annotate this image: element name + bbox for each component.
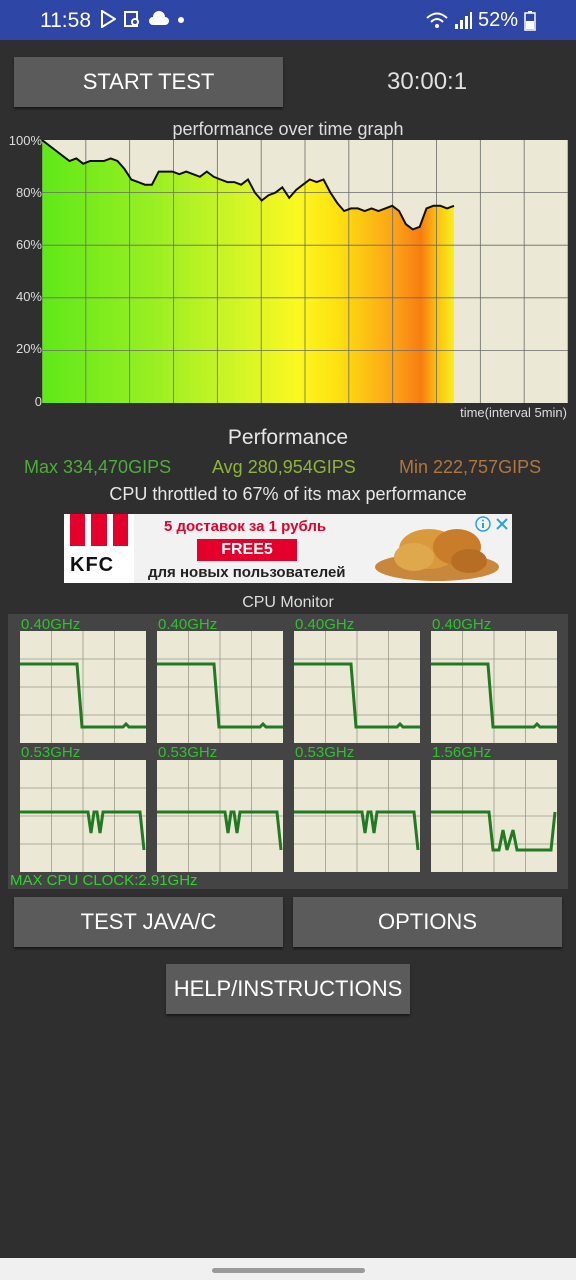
battery-percent: 52%	[477, 9, 518, 31]
core-graph-5	[157, 760, 283, 872]
status-bar: 11:58 52%	[0, 0, 576, 40]
help-instructions-button[interactable]: HELP/INSTRUCTIONS	[166, 964, 410, 1014]
options-button[interactable]: OPTIONS	[293, 897, 562, 947]
performance-title: Performance	[227, 426, 349, 449]
core-graph-6	[294, 760, 420, 872]
ad-promo-code: FREE5	[197, 539, 297, 561]
ad-banner[interactable]: KFC 5 доставок за 1 рубль FREE5 для новы…	[64, 514, 512, 583]
status-time: 11:58	[40, 9, 91, 32]
core-graph-7	[431, 760, 557, 872]
cpu-monitor-title: CPU Monitor	[242, 594, 334, 611]
signal-icon	[454, 11, 472, 29]
core-frequency: 0.40GHz	[432, 616, 492, 633]
info-icon[interactable]	[475, 516, 491, 532]
ad-choices[interactable]	[475, 516, 510, 532]
kfc-logo: KFC	[64, 514, 134, 583]
core-frequency: 1.56GHz	[432, 744, 492, 761]
core-graph-3	[431, 631, 557, 743]
y-tick-label: 40%	[15, 289, 42, 304]
ad-headline: 5 доставок за 1 рубль	[164, 518, 327, 535]
max-performance: Max 334,470GIPS	[24, 457, 172, 477]
ad-subline: для новых пользователей	[148, 564, 346, 581]
y-tick-label: 60%	[15, 237, 42, 252]
ad-brand: KFC	[70, 554, 115, 576]
core-frequency: 0.40GHz	[158, 616, 218, 633]
avg-performance: Avg 280,954GIPS	[212, 457, 356, 477]
system-icons: 52%	[426, 9, 536, 32]
core-graph-2	[294, 631, 420, 743]
core-frequency: 0.53GHz	[158, 744, 218, 761]
core-frequency: 0.40GHz	[21, 616, 81, 633]
core-graph-4	[20, 760, 146, 872]
graph-title: performance over time graph	[172, 119, 404, 139]
battery-icon	[524, 10, 536, 31]
core-graph-0	[20, 631, 146, 743]
start-test-button[interactable]: START TEST	[14, 57, 283, 107]
play-store-icon	[101, 10, 116, 28]
cloud-icon	[149, 11, 169, 25]
dot-icon	[178, 17, 184, 23]
core-frequency: 0.40GHz	[295, 616, 355, 633]
test-java-c-button[interactable]: TEST JAVA/C	[14, 897, 283, 947]
home-handle[interactable]	[212, 1268, 365, 1273]
screenshot-icon	[124, 11, 139, 27]
core-frequency: 0.53GHz	[295, 744, 355, 761]
core-frequency: 0.53GHz	[21, 744, 81, 761]
y-tick-label: 100%	[8, 133, 42, 148]
x-axis-label: time(interval 5min)	[460, 405, 567, 420]
y-tick-label: 80%	[15, 185, 42, 200]
wifi-icon	[426, 12, 448, 28]
close-icon[interactable]	[494, 516, 510, 532]
performance-chart	[42, 140, 568, 403]
notification-icons	[100, 10, 185, 28]
y-tick-label: 0	[34, 394, 42, 409]
min-performance: Min 222,757GIPS	[399, 457, 542, 477]
throttle-status: CPU throttled to 67% of its max performa…	[109, 484, 467, 504]
max-cpu-clock: MAX CPU CLOCK:2.91GHz	[10, 872, 198, 889]
y-tick-label: 20%	[15, 341, 42, 356]
core-graph-1	[157, 631, 283, 743]
test-timer: 30:00:1	[387, 68, 468, 95]
